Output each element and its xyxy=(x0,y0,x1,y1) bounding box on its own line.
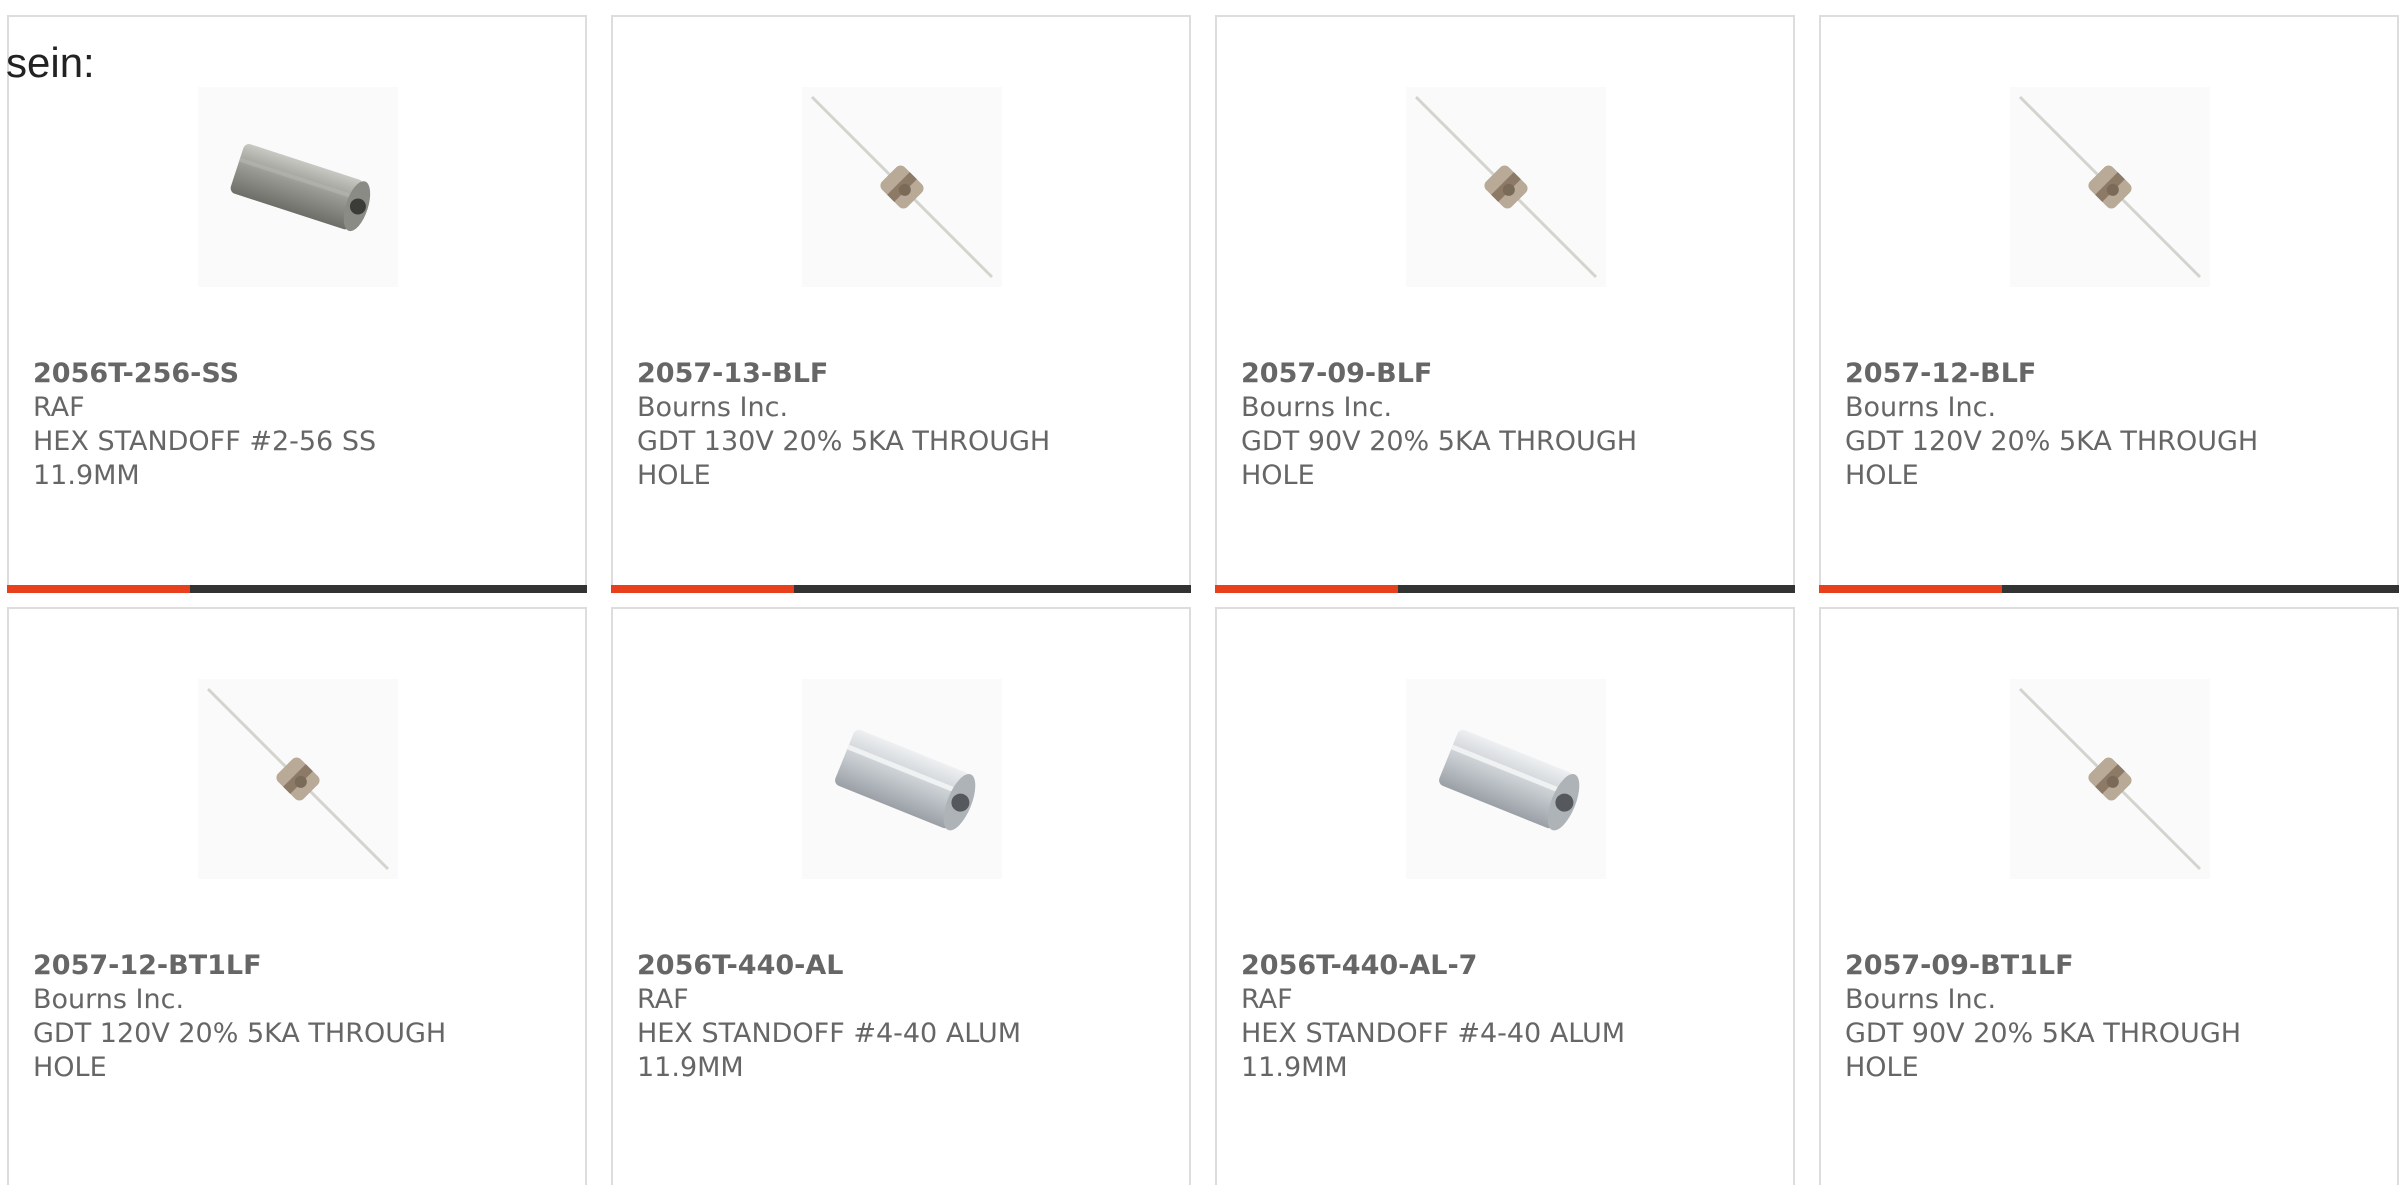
part-number-link[interactable]: 2057-09-BT1LF xyxy=(1845,949,2365,983)
product-info: 2057-12-BT1LF Bourns Inc. GDT 120V 20% 5… xyxy=(33,949,553,1085)
gas-discharge-tube-image xyxy=(2018,95,2202,279)
product-image[interactable] xyxy=(1406,679,1606,879)
product-description: GDT 90V 20% 5KA THROUGH HOLE xyxy=(1845,1018,2242,1083)
manufacturer-name: Bourns Inc. xyxy=(1241,392,1393,423)
manufacturer-name: RAF xyxy=(1241,984,1293,1015)
manufacturer-name: RAF xyxy=(33,392,85,423)
product-description: GDT 90V 20% 5KA THROUGH HOLE xyxy=(1241,426,1638,491)
product-image[interactable] xyxy=(2010,679,2210,879)
hex-standoff-aluminum-image xyxy=(835,729,976,831)
product-info: 2057-09-BT1LF Bourns Inc. GDT 90V 20% 5K… xyxy=(1845,949,2365,1085)
part-number-link[interactable]: 2057-12-BT1LF xyxy=(33,949,553,983)
product-image[interactable] xyxy=(1406,87,1606,287)
card-bar-accent xyxy=(1215,585,1398,593)
product-grid: 2056T-256-SS RAF HEX STANDOFF #2-56 SS 1… xyxy=(7,15,2399,1185)
part-number-link[interactable]: 2056T-256-SS xyxy=(33,357,553,391)
product-description: HEX STANDOFF #4-40 ALUM 11.9MM xyxy=(1241,1018,1626,1083)
product-card[interactable]: 2057-09-BLF Bourns Inc. GDT 90V 20% 5KA … xyxy=(1215,15,1795,593)
product-card[interactable]: 2056T-256-SS RAF HEX STANDOFF #2-56 SS 1… xyxy=(7,15,587,593)
card-progress-bar xyxy=(1819,585,2399,593)
product-info: 2056T-440-AL-7 RAF HEX STANDOFF #4-40 AL… xyxy=(1241,949,1761,1085)
gas-discharge-tube-image xyxy=(206,687,390,871)
product-description: GDT 120V 20% 5KA THROUGH HOLE xyxy=(1845,426,2259,491)
hex-standoff-steel-image xyxy=(230,144,371,232)
product-description: GDT 130V 20% 5KA THROUGH HOLE xyxy=(637,426,1051,491)
part-number-link[interactable]: 2057-09-BLF xyxy=(1241,357,1761,391)
product-card[interactable]: 2057-12-BT1LF Bourns Inc. GDT 120V 20% 5… xyxy=(7,607,587,1185)
section-heading-fragment: sein: xyxy=(6,39,95,86)
part-number-link[interactable]: 2056T-440-AL xyxy=(637,949,1157,983)
product-image[interactable] xyxy=(198,87,398,287)
product-info: 2056T-440-AL RAF HEX STANDOFF #4-40 ALUM… xyxy=(637,949,1157,1085)
product-card[interactable]: 2057-13-BLF Bourns Inc. GDT 130V 20% 5KA… xyxy=(611,15,1191,593)
product-card[interactable]: 2056T-440-AL-7 RAF HEX STANDOFF #4-40 AL… xyxy=(1215,607,1795,1185)
product-image[interactable] xyxy=(802,87,1002,287)
manufacturer-name: Bourns Inc. xyxy=(1845,392,1997,423)
product-card[interactable]: 2057-09-BT1LF Bourns Inc. GDT 90V 20% 5K… xyxy=(1819,607,2399,1185)
product-description: HEX STANDOFF #4-40 ALUM 11.9MM xyxy=(637,1018,1022,1083)
card-progress-bar xyxy=(1215,585,1795,593)
product-info: 2057-09-BLF Bourns Inc. GDT 90V 20% 5KA … xyxy=(1241,357,1761,493)
product-info: 2057-13-BLF Bourns Inc. GDT 130V 20% 5KA… xyxy=(637,357,1157,493)
card-progress-bar xyxy=(611,585,1191,593)
gas-discharge-tube-image xyxy=(810,95,994,279)
product-image[interactable] xyxy=(2010,87,2210,287)
product-image[interactable] xyxy=(198,679,398,879)
hex-standoff-aluminum-image xyxy=(1439,729,1580,831)
part-number-link[interactable]: 2057-13-BLF xyxy=(637,357,1157,391)
product-image[interactable] xyxy=(802,679,1002,879)
product-card[interactable]: 2057-12-BLF Bourns Inc. GDT 120V 20% 5KA… xyxy=(1819,15,2399,593)
part-number-link[interactable]: 2056T-440-AL-7 xyxy=(1241,949,1761,983)
product-info: 2056T-256-SS RAF HEX STANDOFF #2-56 SS 1… xyxy=(33,357,553,493)
card-progress-bar xyxy=(7,585,587,593)
card-bar-accent xyxy=(611,585,794,593)
gas-discharge-tube-image xyxy=(2018,687,2202,871)
gas-discharge-tube-image xyxy=(1414,95,1598,279)
product-card[interactable]: 2056T-440-AL RAF HEX STANDOFF #4-40 ALUM… xyxy=(611,607,1191,1185)
manufacturer-name: Bourns Inc. xyxy=(33,984,185,1015)
manufacturer-name: RAF xyxy=(637,984,689,1015)
card-bar-accent xyxy=(1819,585,2002,593)
product-description: HEX STANDOFF #2-56 SS 11.9MM xyxy=(33,426,377,491)
manufacturer-name: Bourns Inc. xyxy=(1845,984,1997,1015)
card-bar-accent xyxy=(7,585,190,593)
part-number-link[interactable]: 2057-12-BLF xyxy=(1845,357,2365,391)
product-info: 2057-12-BLF Bourns Inc. GDT 120V 20% 5KA… xyxy=(1845,357,2365,493)
manufacturer-name: Bourns Inc. xyxy=(637,392,789,423)
product-description: GDT 120V 20% 5KA THROUGH HOLE xyxy=(33,1018,447,1083)
